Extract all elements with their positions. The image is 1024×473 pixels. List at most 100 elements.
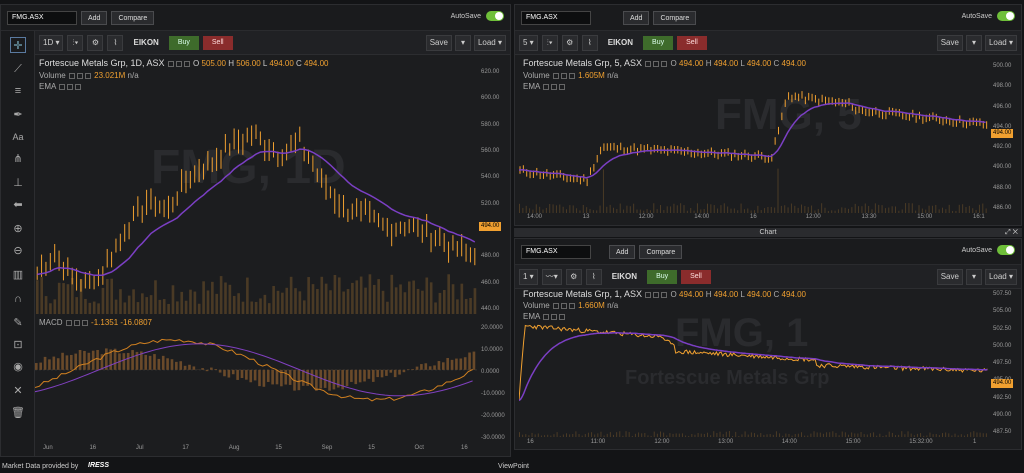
rt-xtick: 12:00 <box>805 214 821 220</box>
macd-histogram-bar <box>52 356 56 370</box>
load-button[interactable]: Load ▾ <box>473 34 506 51</box>
volume-bar <box>901 431 903 437</box>
rt-price-chart[interactable] <box>519 63 989 213</box>
rt-save-dropdown-icon[interactable]: ▾ <box>965 34 982 51</box>
rb-buy-button[interactable]: Buy <box>647 269 678 284</box>
sell-button[interactable]: Sell <box>202 35 233 50</box>
compare-button[interactable]: Compare <box>111 10 155 25</box>
text-icon[interactable]: Aa <box>10 129 26 145</box>
rb-compare-button[interactable]: Compare <box>639 244 683 259</box>
pencil-icon[interactable]: ✎ <box>10 315 26 331</box>
macd-histogram-bar <box>271 369 274 385</box>
volume-bar <box>544 435 546 437</box>
rb-save-dropdown-icon[interactable]: ▾ <box>965 268 982 285</box>
save-button[interactable]: Save <box>425 34 452 51</box>
macd-histogram-bar <box>262 369 266 387</box>
volume-bar <box>250 301 254 314</box>
autosave-toggle[interactable] <box>486 11 504 21</box>
magnet-icon[interactable]: ∩ <box>10 291 26 307</box>
volume-bar <box>722 434 724 437</box>
zoom-in-icon[interactable]: ⊕ <box>10 221 26 237</box>
volume-bar <box>158 299 162 314</box>
volume-bar <box>528 435 530 437</box>
left-time-axis: Jun 16 Jul 17 Aug 15 Sep 15 Oct 16 <box>35 444 477 456</box>
rt-symbol-input[interactable]: FMG.ASX <box>521 10 591 25</box>
rb-sell-button[interactable]: Sell <box>681 269 711 284</box>
lock-icon[interactable]: ⊡ <box>10 337 26 353</box>
chart-type-icon[interactable]: ⫶▾ <box>67 34 84 51</box>
rb-indicators-icon[interactable]: ⌇ <box>585 268 602 285</box>
macd-histogram-bar <box>420 364 423 370</box>
rt-settings-gear-icon[interactable]: ⚙ <box>561 34 578 51</box>
hamburger-icon[interactable]: ≡ <box>10 83 26 99</box>
volume-bar <box>882 435 884 437</box>
volume-bar <box>656 433 658 437</box>
rt-interval-select[interactable]: 5 ▾ <box>519 34 538 51</box>
zoom-out-icon[interactable]: ⊖ <box>10 243 26 259</box>
volume-bar <box>794 205 796 213</box>
macd-histogram-bar <box>148 355 152 370</box>
rb-add-button[interactable]: Add <box>609 244 636 259</box>
macd-histogram-bar <box>345 369 349 387</box>
settings-gear-icon[interactable]: ⚙ <box>87 34 104 51</box>
macd-histogram-bar <box>350 369 353 382</box>
fork-icon[interactable]: ⋔ <box>10 151 26 167</box>
left-macd-chart[interactable] <box>35 325 477 443</box>
macd-histogram-bar <box>301 369 305 386</box>
cross-icon[interactable]: ✕ <box>10 383 26 399</box>
volume-bar <box>224 282 227 314</box>
pen-icon[interactable]: ✒ <box>10 107 26 123</box>
left-price-chart[interactable] <box>35 69 477 314</box>
trash-icon[interactable]: 🗑 <box>10 405 26 421</box>
rt-autosave-toggle[interactable] <box>997 11 1015 21</box>
bars-icon[interactable]: ▥ <box>10 267 26 283</box>
rt-compare-button[interactable]: Compare <box>653 10 697 25</box>
symbol-input[interactable]: FMG.ASX <box>7 10 77 25</box>
macd-histogram-bar <box>192 366 196 370</box>
volume-bar <box>905 203 907 213</box>
volume-bar <box>464 298 468 314</box>
rt-load-button[interactable]: Load ▾ <box>984 34 1017 51</box>
rt-xtick: 13:30 <box>861 214 877 220</box>
window-controls-icon[interactable]: ⤢ ✕ <box>1005 228 1018 237</box>
rb-chart-type-icon[interactable]: 〰▾ <box>541 268 562 285</box>
rb-autosave-toggle[interactable] <box>997 245 1015 255</box>
left-macd-tick: -20.0000 <box>481 413 505 419</box>
rt-buy-button[interactable]: Buy <box>643 35 674 50</box>
rt-indicators-icon[interactable]: ⌇ <box>581 34 598 51</box>
eye-icon[interactable]: ◉ <box>10 359 26 375</box>
add-button[interactable]: Add <box>81 10 108 25</box>
macd-histogram-bar <box>315 369 318 391</box>
left-price-tick: 480.00 <box>481 253 500 260</box>
volume-bar <box>123 302 127 314</box>
rt-chart-type-icon[interactable]: ⫶▾ <box>541 34 558 51</box>
save-dropdown-icon[interactable]: ▾ <box>454 34 471 51</box>
left-chart-toolbar: 1D ▾ ⫶▾ ⚙ ⌇ EIKON Buy Sell Save ▾ Load ▾ <box>35 31 510 55</box>
volume-bar <box>797 433 799 437</box>
rb-load-button[interactable]: Load ▾ <box>984 268 1017 285</box>
rt-save-button[interactable]: Save <box>936 34 963 51</box>
crosshair-icon[interactable]: ✛ <box>10 37 26 53</box>
macd-histogram-bar <box>218 369 222 373</box>
buy-button[interactable]: Buy <box>168 35 199 50</box>
macd-histogram-bar <box>406 369 410 370</box>
rb-price-chart[interactable] <box>519 291 989 437</box>
back-arrow-icon[interactable]: ⬅ <box>10 197 26 213</box>
volume-bar <box>982 203 984 213</box>
volume-bar <box>976 432 978 437</box>
rb-symbol-input[interactable]: FMG.ASX <box>521 244 591 259</box>
volume-bar <box>569 434 571 437</box>
volume-bar <box>609 204 611 213</box>
indicators-icon[interactable]: ⌇ <box>107 34 124 51</box>
volume-bar <box>285 287 289 314</box>
interval-select[interactable]: 1D ▾ <box>39 34 64 51</box>
rt-add-button[interactable]: Add <box>623 10 650 25</box>
volume-bar <box>766 434 768 437</box>
level-icon[interactable]: ⊥ <box>10 175 26 191</box>
rb-interval-select[interactable]: 1 ▾ <box>519 268 538 285</box>
rb-settings-gear-icon[interactable]: ⚙ <box>565 268 582 285</box>
volume-bar <box>741 434 743 437</box>
rt-sell-button[interactable]: Sell <box>677 35 707 50</box>
line-icon[interactable]: ⟋ <box>10 61 26 77</box>
rb-save-button[interactable]: Save <box>936 268 963 285</box>
